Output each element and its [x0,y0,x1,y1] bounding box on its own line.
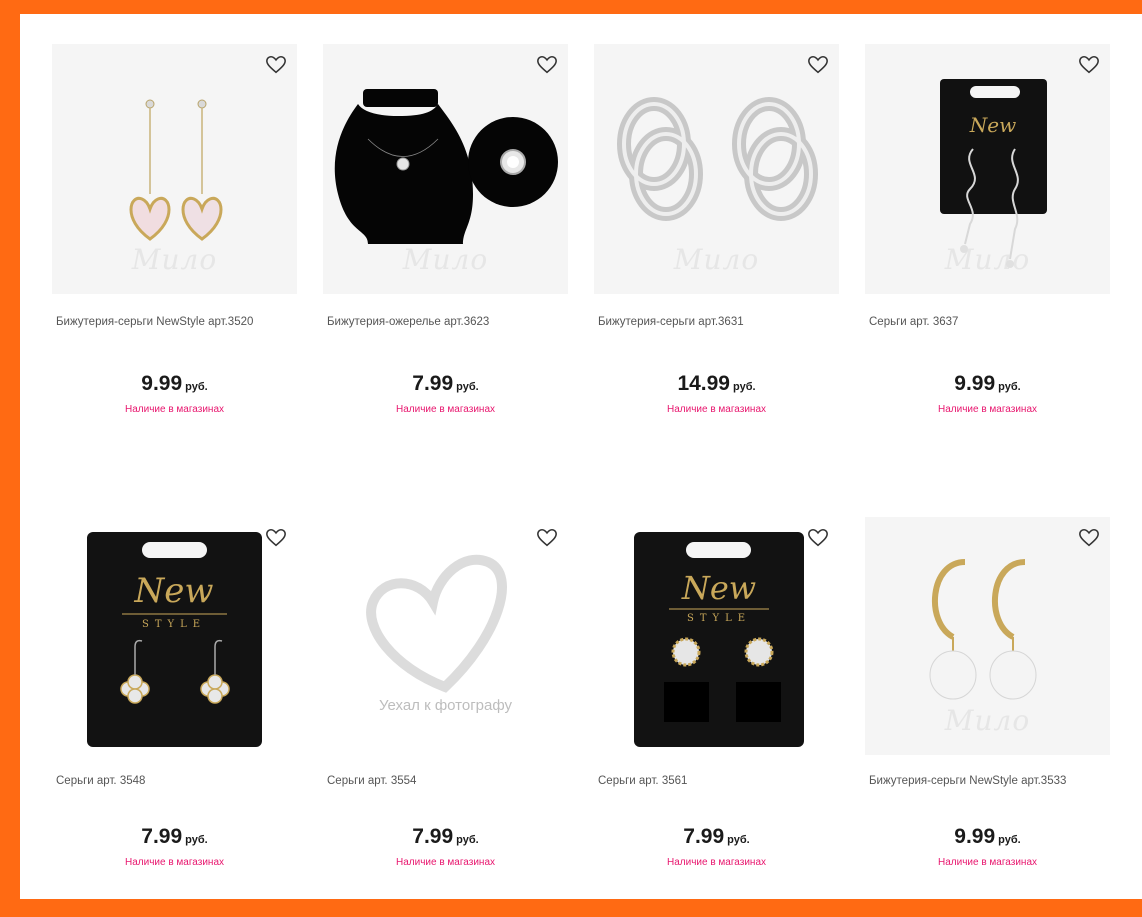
price-value: 9.99 [141,372,183,395]
availability-link[interactable]: Наличие в магазинах [52,857,297,868]
price-value: 7.99 [683,825,725,848]
silver-loop-earrings-image [617,97,818,221]
product-photo[interactable]: Милo [865,517,1110,755]
product-price: 7.99 руб. [52,825,297,849]
product-card[interactable]: Милo New Серьги арт. 3637 9.99 руб. Нали… [865,44,1110,489]
price-currency: руб. [998,834,1021,846]
heart-earrings-image [129,99,223,241]
product-title[interactable]: Серьги арт. 3548 [52,775,297,791]
product-photo[interactable]: Милo [594,44,839,294]
price-currency: руб. [456,834,479,846]
no-photo-text: Уехал к фотографу [378,697,513,714]
availability-link[interactable]: Наличие в магазинах [865,404,1110,415]
price-value: 14.99 [677,372,730,395]
product-title[interactable]: Бижутерия-ожерелье арт.3623 [323,316,568,332]
price-value: 7.99 [141,825,183,848]
product-card[interactable]: Милo Бижутерия-серьги арт.3631 14.99 руб… [594,44,839,489]
pearl-hoop-earrings-image [929,559,1037,700]
favorite-heart-icon[interactable] [536,527,558,549]
product-title[interactable]: Серьги арт. 3637 [865,316,1110,332]
availability-link[interactable]: Наличие в магазинах [594,404,839,415]
favorite-heart-icon[interactable] [1078,527,1100,549]
price-value: 9.99 [954,372,996,395]
price-value: 9.99 [954,825,996,848]
product-title[interactable]: Бижутерия-серьги NewStyle арт.3533 [865,775,1110,791]
card-brand-text: New [681,569,756,607]
availability-link[interactable]: Наличие в магазинах [594,857,839,868]
favorite-heart-icon[interactable] [536,54,558,76]
stud-earrings-image: New STYLE [634,532,804,747]
card-brand-subtext: STYLE [687,613,751,624]
availability-link[interactable]: Наличие в магазинах [323,404,568,415]
product-photo[interactable]: New STYLE [52,517,297,755]
product-price: 7.99 руб. [594,825,839,849]
price-currency: руб. [998,381,1021,393]
price-value: 7.99 [412,372,454,395]
product-price: 14.99 руб. [594,372,839,396]
product-card[interactable]: Уехал к фотографу Серьги арт. 3554 7.99 р… [323,517,568,917]
catalog-page: Милo Бижутерия-серьги NewStyle арт.3520 [20,14,1142,899]
price-currency: руб. [185,834,208,846]
product-card[interactable]: Милo Бижутерия-ожерелье арт.3623 7.99 руб… [323,44,568,489]
product-photo[interactable]: Милo [323,44,568,294]
price-currency: руб. [733,381,756,393]
favorite-heart-icon[interactable] [265,54,287,76]
favorite-heart-icon[interactable] [1078,54,1100,76]
product-photo[interactable]: Милo [52,44,297,294]
price-currency: руб. [185,381,208,393]
product-price: 9.99 руб. [52,372,297,396]
availability-link[interactable]: Наличие в магазинах [52,404,297,415]
card-brand-text: New [969,113,1016,137]
clover-earrings-image: New STYLE [87,532,262,747]
product-card[interactable]: New STYLE Серьги арт. 3561 7.99 руб. Нали… [594,517,839,917]
product-title[interactable]: Серьги арт. 3554 [323,775,568,791]
price-currency: руб. [456,381,479,393]
product-price: 7.99 руб. [323,825,568,849]
product-grid: Милo Бижутерия-серьги NewStyle арт.3520 [52,44,1110,917]
availability-link[interactable]: Наличие в магазинах [865,857,1110,868]
favorite-heart-icon[interactable] [807,54,829,76]
availability-link[interactable]: Наличие в магазинах [323,857,568,868]
product-title[interactable]: Серьги арт. 3561 [594,775,839,791]
product-photo[interactable]: New STYLE [594,517,839,755]
price-currency: руб. [727,834,750,846]
card-brand-text: New [134,571,214,611]
product-price: 7.99 руб. [323,372,568,396]
product-title[interactable]: Бижутерия-серьги арт.3631 [594,316,839,332]
product-card[interactable]: New STYLE Серьги арт. 3548 7.99 руб. Нал… [52,517,297,917]
product-photo[interactable]: Уехал к фотографу [323,517,568,755]
no-photo-heart-image [366,554,507,693]
wave-drop-earrings-image: New [940,79,1047,268]
product-price: 9.99 руб. [865,825,1110,849]
product-price: 9.99 руб. [865,372,1110,396]
product-title[interactable]: Бижутерия-серьги NewStyle арт.3520 [52,316,297,332]
product-card[interactable]: Милo Бижутерия-серьги NewStyle арт.3520 [52,44,297,489]
card-brand-subtext: STYLE [142,619,206,630]
product-photo[interactable]: Милo New [865,44,1110,294]
necklace-bust-image [334,89,558,244]
favorite-heart-icon[interactable] [265,527,287,549]
price-value: 7.99 [412,825,454,848]
favorite-heart-icon[interactable] [807,527,829,549]
product-card[interactable]: Милo Бижутерия-серьги NewStyle арт.3533 … [865,517,1110,917]
